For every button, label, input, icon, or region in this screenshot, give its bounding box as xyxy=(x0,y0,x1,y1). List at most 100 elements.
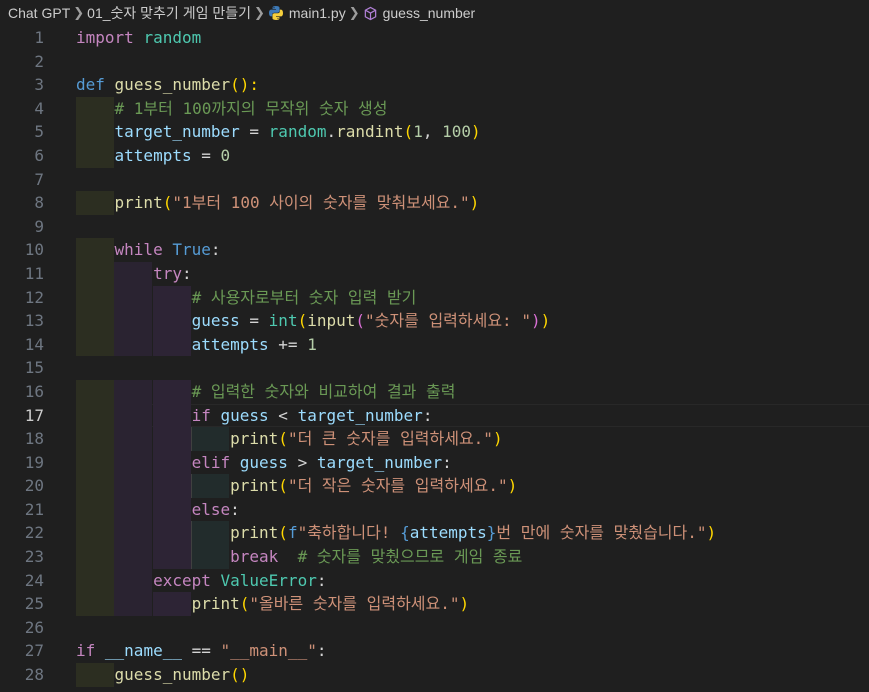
code-text: print(f"축하합니다! {attempts}번 만에 숫자를 맞췄습니다.… xyxy=(76,521,716,545)
line-number: 9 xyxy=(34,216,44,236)
code-token: : xyxy=(230,499,240,519)
code-token: 100 xyxy=(442,122,471,142)
line-number: 8 xyxy=(34,193,44,213)
code-line[interactable]: 28 guess_number() xyxy=(0,663,869,687)
line-number: 1 xyxy=(34,28,44,47)
code-token: ) xyxy=(459,594,470,614)
code-token: ValueError xyxy=(220,570,317,590)
code-line[interactable]: 25 print("올바른 숫자를 입력하세요.") xyxy=(0,592,869,616)
code-token: print xyxy=(230,523,279,543)
line-number: 20 xyxy=(24,476,44,496)
code-token: f xyxy=(287,523,298,543)
breadcrumb-folder-root[interactable]: Chat GPT xyxy=(8,5,70,21)
code-token: ( xyxy=(297,311,308,331)
code-text: elif guess > target_number: xyxy=(76,451,452,475)
code-line[interactable]: 9 xyxy=(0,215,869,239)
line-number: 3 xyxy=(34,75,44,95)
code-token: guess_number xyxy=(114,75,231,95)
line-number: 22 xyxy=(24,523,44,543)
chevron-right-icon: ❯ xyxy=(73,5,85,20)
code-line[interactable]: 13 guess = int(input("숫자를 입력하세요: ")) xyxy=(0,309,869,333)
code-token: ( xyxy=(278,429,288,449)
code-text: except ValueError: xyxy=(76,569,326,593)
code-line[interactable]: 2 xyxy=(0,50,869,74)
code-line[interactable]: 26 xyxy=(0,616,869,640)
code-text: if __name__ == "__main__": xyxy=(76,639,326,663)
code-line[interactable]: 5 target_number = random.randint(1, 100) xyxy=(0,120,869,144)
code-line[interactable]: 18 print("더 큰 숫자를 입력하세요.") xyxy=(0,427,869,451)
line-number: 28 xyxy=(24,665,44,685)
code-token: 1 xyxy=(413,122,423,142)
code-token: def xyxy=(76,75,105,95)
code-line[interactable]: 21 else: xyxy=(0,497,869,522)
code-line[interactable]: 17 if guess < target_number: xyxy=(0,403,869,428)
code-token: ( xyxy=(239,594,250,614)
breadcrumb-folder[interactable]: 01_숫자 맞추기 게임 만들기 xyxy=(87,3,251,23)
code-line[interactable]: 19 elif guess > target_number: xyxy=(0,450,869,475)
code-token: ) xyxy=(471,122,481,142)
code-line[interactable]: 16 # 입력한 숫자와 비교하여 결과 출력 xyxy=(0,379,869,404)
code-line[interactable]: 24 except ValueError: xyxy=(0,568,869,593)
code-line[interactable]: 3 def guess_number(): xyxy=(0,73,869,97)
code-token: print xyxy=(191,594,240,614)
code-token: : xyxy=(181,263,192,283)
code-token: = xyxy=(191,145,221,165)
line-number: 15 xyxy=(24,358,44,378)
code-line[interactable]: 23 break # 숫자를 맞췄으므로 게임 종료 xyxy=(0,545,869,569)
code-token: True xyxy=(172,240,211,260)
line-number: 4 xyxy=(34,98,44,118)
breadcrumb-file[interactable]: main1.py xyxy=(289,5,346,21)
breadcrumb-symbol[interactable]: guess_number xyxy=(383,5,476,21)
code-line[interactable]: 10 while True: xyxy=(0,238,869,262)
code-line[interactable]: 20 print("더 작은 숫자를 입력하세요.") xyxy=(0,474,869,498)
code-text: else: xyxy=(76,498,240,522)
code-token: : xyxy=(210,240,221,260)
code-token: ) xyxy=(492,429,503,449)
code-text: print("1부터 100 사이의 숫자를 맞춰보세요.") xyxy=(76,191,480,215)
code-line[interactable]: 6 attempts = 0 xyxy=(0,143,869,168)
code-token: target_number xyxy=(114,122,240,142)
line-number: 2 xyxy=(34,51,44,71)
code-token: "숫자를 입력하세요: " xyxy=(365,311,531,331)
code-line[interactable]: 22 print(f"축하합니다! {attempts}번 만에 숫자를 맞췄습… xyxy=(0,521,869,546)
code-token: # 사용자로부터 숫자 입력 받기 xyxy=(191,287,417,307)
code-token: { xyxy=(400,523,410,543)
code-text: attempts = 0 xyxy=(76,144,231,168)
code-token: : xyxy=(316,641,327,661)
code-line[interactable]: 12 # 사용자로부터 숫자 입력 받기 xyxy=(0,285,869,310)
line-number: 5 xyxy=(34,122,44,142)
code-line[interactable]: 8 print("1부터 100 사이의 숫자를 맞춰보세요.") xyxy=(0,191,869,215)
code-line[interactable]: 1 import random xyxy=(0,26,869,50)
code-line[interactable]: 4 # 1부터 100까지의 무작위 숫자 생성 xyxy=(0,96,869,121)
line-number: 24 xyxy=(24,570,44,590)
code-token: except xyxy=(153,570,211,590)
code-line[interactable]: 15 xyxy=(0,356,869,380)
line-number: 16 xyxy=(24,381,44,401)
code-line[interactable]: 14 attempts += 1 xyxy=(0,332,869,357)
code-line[interactable]: 27 if __name__ == "__main__": xyxy=(0,639,869,663)
code-line[interactable]: 11 try: xyxy=(0,261,869,286)
code-token: ) xyxy=(706,523,717,543)
code-token: = xyxy=(239,311,269,331)
code-token: int xyxy=(268,311,298,331)
line-number: 7 xyxy=(34,169,44,189)
code-token: try xyxy=(153,263,182,283)
code-token: randint xyxy=(336,122,404,142)
code-line[interactable]: 7 xyxy=(0,168,869,192)
line-number: 21 xyxy=(24,499,44,519)
code-editor[interactable]: 1 import random 2 3 def guess_number (): 4 # 1… xyxy=(0,26,869,687)
